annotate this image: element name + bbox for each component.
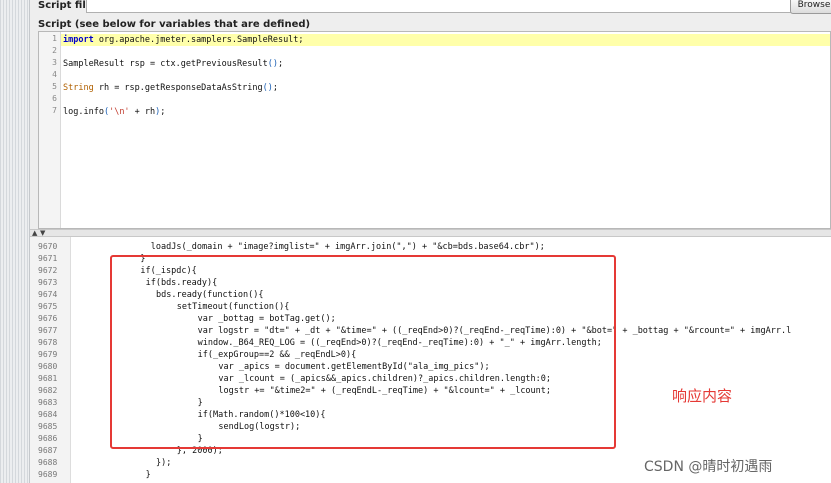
- response-annotation: 响应内容: [672, 387, 733, 405]
- editor-code-line: String rh = rsp.getResponseDataAsString(…: [63, 82, 278, 94]
- response-line-number: 9684: [38, 410, 58, 419]
- response-line-number: 9683: [38, 398, 58, 407]
- code-token: log.info: [63, 107, 104, 117]
- script-file-label: Script file: [38, 0, 93, 11]
- editor-line-number: 1: [52, 34, 57, 43]
- response-line-number: 9680: [38, 362, 58, 371]
- response-line-number: 9674: [38, 290, 58, 299]
- code-token: ;: [272, 83, 278, 93]
- left-tree-strip: [0, 0, 30, 483]
- script-label: Script (see below for variables that are…: [38, 19, 311, 30]
- response-line-number: 9686: [38, 434, 58, 443]
- code-token: (): [262, 83, 273, 93]
- response-line-number: 9671: [38, 254, 58, 263]
- code-token: rh = rsp.getResponseDataAsString: [93, 83, 263, 93]
- response-line-number: 9677: [38, 326, 58, 335]
- response-line-number: 9689: [38, 470, 58, 479]
- split-pane-divider[interactable]: ▲ ▼: [30, 229, 831, 237]
- code-token: SampleResult rsp = ctx.getPreviousResult: [63, 59, 268, 69]
- script-file-input[interactable]: [86, 0, 816, 13]
- editor-line-number: 4: [52, 70, 57, 79]
- editor-line-number: 7: [52, 106, 57, 115]
- code-token: String: [63, 83, 94, 93]
- response-line-number: 9688: [38, 458, 58, 467]
- script-file-row: Script file Browse: [30, 0, 831, 16]
- response-line-number: 9687: [38, 446, 58, 455]
- response-line-number: 9685: [38, 422, 58, 431]
- editor-code-line: SampleResult rsp = ctx.getPreviousResult…: [63, 58, 283, 70]
- response-line-number: 9675: [38, 302, 58, 311]
- editor-line-number: 5: [52, 82, 57, 91]
- editor-line-number: 3: [52, 58, 57, 67]
- collapse-up-icon[interactable]: ▲: [32, 230, 37, 237]
- code-token: (): [267, 59, 278, 69]
- code-token: '\n': [109, 107, 130, 117]
- editor-line-number: 6: [52, 94, 57, 103]
- browse-button[interactable]: Browse: [790, 0, 831, 14]
- response-line-number: 9678: [38, 338, 58, 347]
- response-line-number: 9679: [38, 350, 58, 359]
- response-line-number: 9673: [38, 278, 58, 287]
- response-line-number: 9676: [38, 314, 58, 323]
- code-token: + rh: [129, 107, 156, 117]
- line-number-gutter: 1 2 3 4 5 6 7: [39, 32, 61, 228]
- editor-code-line: import org.apache.jmeter.samplers.Sample…: [63, 34, 304, 46]
- response-code-line: }: [145, 470, 151, 480]
- response-line-number: 9672: [38, 266, 58, 275]
- response-line-number: 9681: [38, 374, 58, 383]
- code-token: import: [63, 35, 94, 45]
- response-code-line: });: [156, 458, 172, 468]
- response-highlight-box: [110, 255, 616, 449]
- code-token: ;: [277, 59, 284, 69]
- response-code-line: loadJs(_domain + "image?imglist=" + imgA…: [150, 242, 545, 252]
- collapse-down-icon[interactable]: ▼: [40, 230, 45, 237]
- editor-code-line: log.info('\n' + rh);: [63, 106, 165, 118]
- script-editor[interactable]: 1 2 3 4 5 6 7 import org.apache.jmeter.sampler…: [38, 31, 831, 229]
- editor-line-number: 2: [52, 46, 57, 55]
- response-line-number: 9682: [38, 386, 58, 395]
- code-token: org.apache.jmeter.samplers.SampleResult;: [93, 35, 304, 45]
- response-line-number: 9670: [38, 242, 58, 251]
- code-token: ;: [160, 107, 166, 117]
- csdn-watermark: CSDN @晴时初遇雨: [644, 459, 773, 475]
